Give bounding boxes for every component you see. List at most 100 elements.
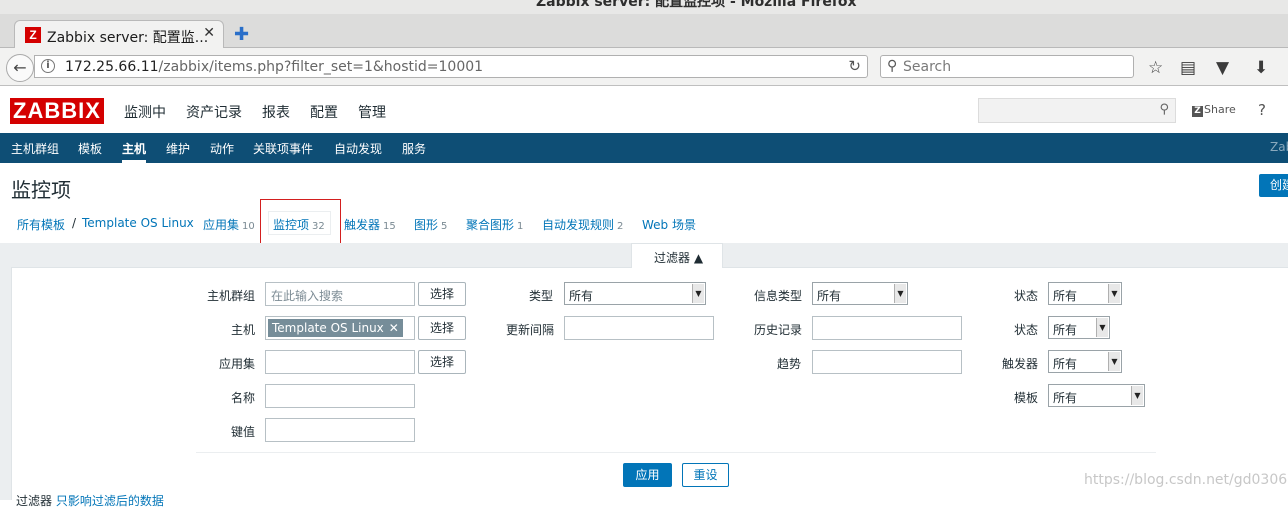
search-icon[interactable]: ⚲ [1159,102,1169,117]
reset-button[interactable]: 重设 [682,463,729,487]
reading-list-icon[interactable]: ▤ [1180,58,1196,78]
tab-triggers[interactable]: 触发器 15 [344,216,396,233]
breadcrumb-template[interactable]: Template OS Linux [82,216,194,230]
info-icon[interactable]: i [41,59,55,73]
host-label: 主机 [231,323,256,337]
info-type-select[interactable]: 所有 ▼ [812,282,908,305]
filter-note-link[interactable]: 只影响过滤后的数据 [56,494,164,508]
global-search-input[interactable]: ⚲ [978,98,1176,123]
active-underline [122,160,146,163]
status-label: 状态 [1014,289,1039,303]
filter-toggle-tab[interactable]: 过滤器 ▲ [631,243,723,268]
tab-applications[interactable]: 应用集 10 [203,216,255,233]
subnav-correlation[interactable]: 关联项事件 [253,140,313,157]
key-input[interactable] [265,418,415,442]
remove-chip-icon[interactable]: ✕ [389,321,399,335]
reload-icon[interactable]: ↻ [848,57,861,75]
filter-background [0,243,11,500]
host-select-button[interactable]: 选择 [418,316,466,340]
help-icon[interactable]: ? [1258,101,1266,119]
highlight-box [260,199,341,244]
menu-inventory[interactable]: 资产记录 [186,102,242,122]
state-select[interactable]: 所有 ▼ [1048,316,1110,339]
back-arrow-icon[interactable]: ← [6,54,34,82]
search-icon: ⚲ [887,58,898,74]
filter-background [723,243,1288,267]
pocket-icon[interactable]: ▼ [1216,58,1229,78]
subnav-discovery[interactable]: 自动发现 [334,140,382,157]
type-select[interactable]: 所有 ▼ [564,282,706,305]
trends-label: 趋势 [777,357,802,371]
dropdown-arrow-icon: ▼ [1108,352,1120,371]
host-group-select-button[interactable]: 选择 [418,282,466,306]
breadcrumb-all-templates[interactable]: 所有模板 [17,216,65,233]
application-input[interactable] [265,350,415,374]
tab-discovery-rules[interactable]: 自动发现规则 2 [542,216,623,233]
new-tab-icon[interactable]: ✚ [234,24,249,45]
history-input[interactable] [812,316,962,340]
dropdown-arrow-icon: ▼ [894,284,906,303]
browser-tab[interactable]: Z Zabbix server: 配置监... ✕ [14,20,224,49]
host-chip: Template OS Linux ✕ [268,319,403,337]
filter-background [11,243,631,267]
browser-navbar: ← i 172.25.66.11/zabbix/items.php?filter… [0,48,1288,86]
apply-button[interactable]: 应用 [623,463,672,487]
zabbix-favicon-icon: Z [25,27,41,43]
triggers-label: 触发器 [1002,357,1039,371]
menu-configuration[interactable]: 配置 [310,102,338,122]
bookmark-star-icon[interactable]: ☆ [1148,58,1163,78]
dropdown-arrow-icon: ▼ [1131,386,1143,405]
tab-screens[interactable]: 聚合图形 1 [466,216,523,233]
filter-divider [196,452,1156,453]
subnav-templates[interactable]: 模板 [78,140,102,157]
subnav-host-groups[interactable]: 主机群组 [11,140,59,157]
page-title: 监控项 [11,178,71,202]
host-group-input[interactable]: 在此输入搜索 [265,282,415,306]
close-tab-icon[interactable]: ✕ [203,25,215,41]
share-link[interactable]: Z Share [1192,103,1236,117]
interval-input[interactable] [564,316,714,340]
browser-search-box[interactable]: ⚲ Search [880,55,1134,78]
window-titlebar: Zabbix server: 配置监控项 - Mozilla Firefox [0,0,1288,14]
download-icon[interactable]: ⬇ [1254,58,1268,78]
subnav-actions[interactable]: 动作 [210,140,234,157]
menu-monitoring[interactable]: 监测中 [124,102,166,122]
template-select[interactable]: 所有 ▼ [1048,384,1145,407]
tab-graphs[interactable]: 图形 5 [414,216,447,233]
triggers-select[interactable]: 所有 ▼ [1048,350,1122,373]
subnav-maintenance[interactable]: 维护 [166,140,190,157]
watermark: https://blog.csdn.net/gd0306 [1084,472,1288,488]
host-group-label: 主机群组 [207,289,256,303]
name-input[interactable] [265,384,415,408]
application-label: 应用集 [219,357,256,371]
create-item-button[interactable]: 创建监控项 [1259,174,1288,197]
filter-tab-label: 过滤器 ▲ [654,251,704,265]
subnav-hosts[interactable]: 主机 [122,140,146,157]
menu-reports[interactable]: 报表 [262,102,290,122]
sub-navigation: 主机群组 模板 主机 维护 动作 关联项事件 自动发现 服务 Zab [0,133,1288,163]
menu-administration[interactable]: 管理 [358,102,386,122]
dropdown-arrow-icon: ▼ [1096,318,1108,337]
subnav-services[interactable]: 服务 [402,140,426,157]
trends-input[interactable] [812,350,962,374]
url-bar[interactable]: i 172.25.66.11/zabbix/items.php?filter_s… [34,55,868,78]
subnav-user[interactable]: Zab [1270,140,1288,154]
state-label: 状态 [1014,323,1039,337]
filter-note: 过滤器 只影响过滤后的数据 [16,494,164,508]
share-icon: Z [1192,106,1203,117]
history-label: 历史记录 [754,323,803,337]
status-select[interactable]: 所有 ▼ [1048,282,1122,305]
zabbix-logo[interactable]: ZABBIX [10,98,104,124]
template-label: 模板 [1014,391,1039,405]
key-label: 键值 [231,425,256,439]
window-title: Zabbix server: 配置监控项 - Mozilla Firefox [536,0,857,10]
type-label: 类型 [529,289,554,303]
application-select-button[interactable]: 选择 [418,350,466,374]
interval-label: 更新间隔 [506,323,555,337]
url-text: 172.25.66.11/zabbix/items.php?filter_set… [65,59,484,75]
dropdown-arrow-icon: ▼ [1108,284,1120,303]
info-type-label: 信息类型 [754,289,803,303]
breadcrumb-separator: / [72,216,77,230]
tab-web-scenarios[interactable]: Web 场景 [642,216,696,233]
browser-tab-title: Zabbix server: 配置监... [47,30,209,46]
